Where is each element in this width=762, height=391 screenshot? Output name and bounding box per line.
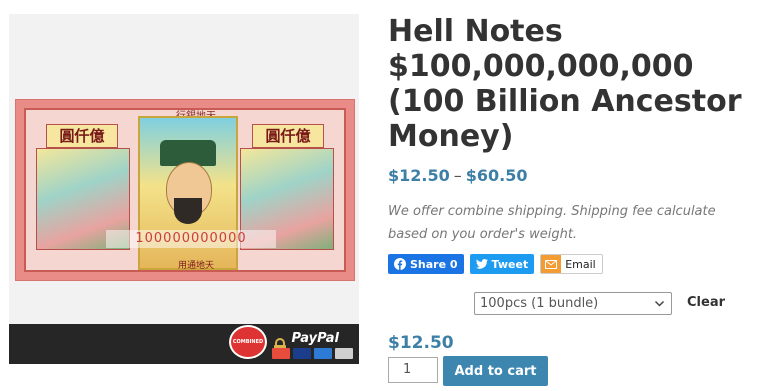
beard-shape: [174, 198, 202, 224]
note-caption-left: 圓仟億: [46, 124, 118, 148]
price-max: $60.50: [465, 166, 528, 185]
product-image[interactable]: 行銀地天 圓仟億 圓仟億 100000000000 用通地天 COMBINED …: [9, 14, 359, 364]
note-border: 行銀地天 圓仟億 圓仟億 100000000000 用通地天: [24, 108, 346, 272]
quantity-input[interactable]: 1: [388, 357, 438, 383]
clear-variation-link[interactable]: Clear: [687, 295, 725, 310]
email-share-button[interactable]: Email: [540, 254, 603, 274]
combined-shipping-badge: COMBINED SHIPPING: [229, 325, 267, 359]
chevron-down-icon: [654, 300, 665, 307]
twitter-bird-icon: [475, 259, 488, 269]
discover-icon: [335, 348, 353, 359]
add-to-cart-button[interactable]: Add to cart: [443, 356, 548, 386]
card-logos: [272, 348, 353, 359]
variation-price: $12.50: [388, 333, 454, 353]
product-title: Hell Notes $100,000,000,000 (100 Billion…: [388, 14, 742, 154]
amex-icon: [314, 348, 332, 359]
twitter-tweet-label: Tweet: [491, 257, 529, 271]
share-buttons: Share 0 Tweet Email: [388, 254, 603, 274]
bundle-select[interactable]: 100pcs (1 bundle): [474, 292, 672, 315]
payment-banner: COMBINED SHIPPING PayPal: [9, 324, 359, 364]
visa-icon: [293, 348, 311, 359]
note-number: 100000000000: [106, 230, 276, 248]
note-caption-right: 圓仟億: [252, 124, 324, 148]
price-separator: –: [453, 166, 462, 185]
note-bottom-text: 用通地天: [177, 261, 214, 271]
facebook-share-button[interactable]: Share 0: [388, 254, 464, 274]
email-icon-box: [541, 255, 562, 273]
mastercard-icon: [272, 348, 290, 359]
bundle-select-value: 100pcs (1 bundle): [480, 296, 599, 311]
product-description: We offer combine shipping. Shipping fee …: [388, 204, 716, 242]
facebook-share-label: Share 0: [410, 257, 458, 271]
envelope-icon: [545, 259, 558, 269]
price-min: $12.50: [388, 166, 450, 185]
email-share-label: Email: [565, 257, 596, 271]
facebook-icon: [394, 258, 406, 270]
price-range: $12.50– $60.50: [388, 166, 528, 185]
paypal-logo: PayPal: [291, 331, 339, 346]
twitter-tweet-button[interactable]: Tweet: [469, 254, 535, 274]
hell-note-image: 行銀地天 圓仟億 圓仟億 100000000000 用通地天: [15, 99, 355, 281]
